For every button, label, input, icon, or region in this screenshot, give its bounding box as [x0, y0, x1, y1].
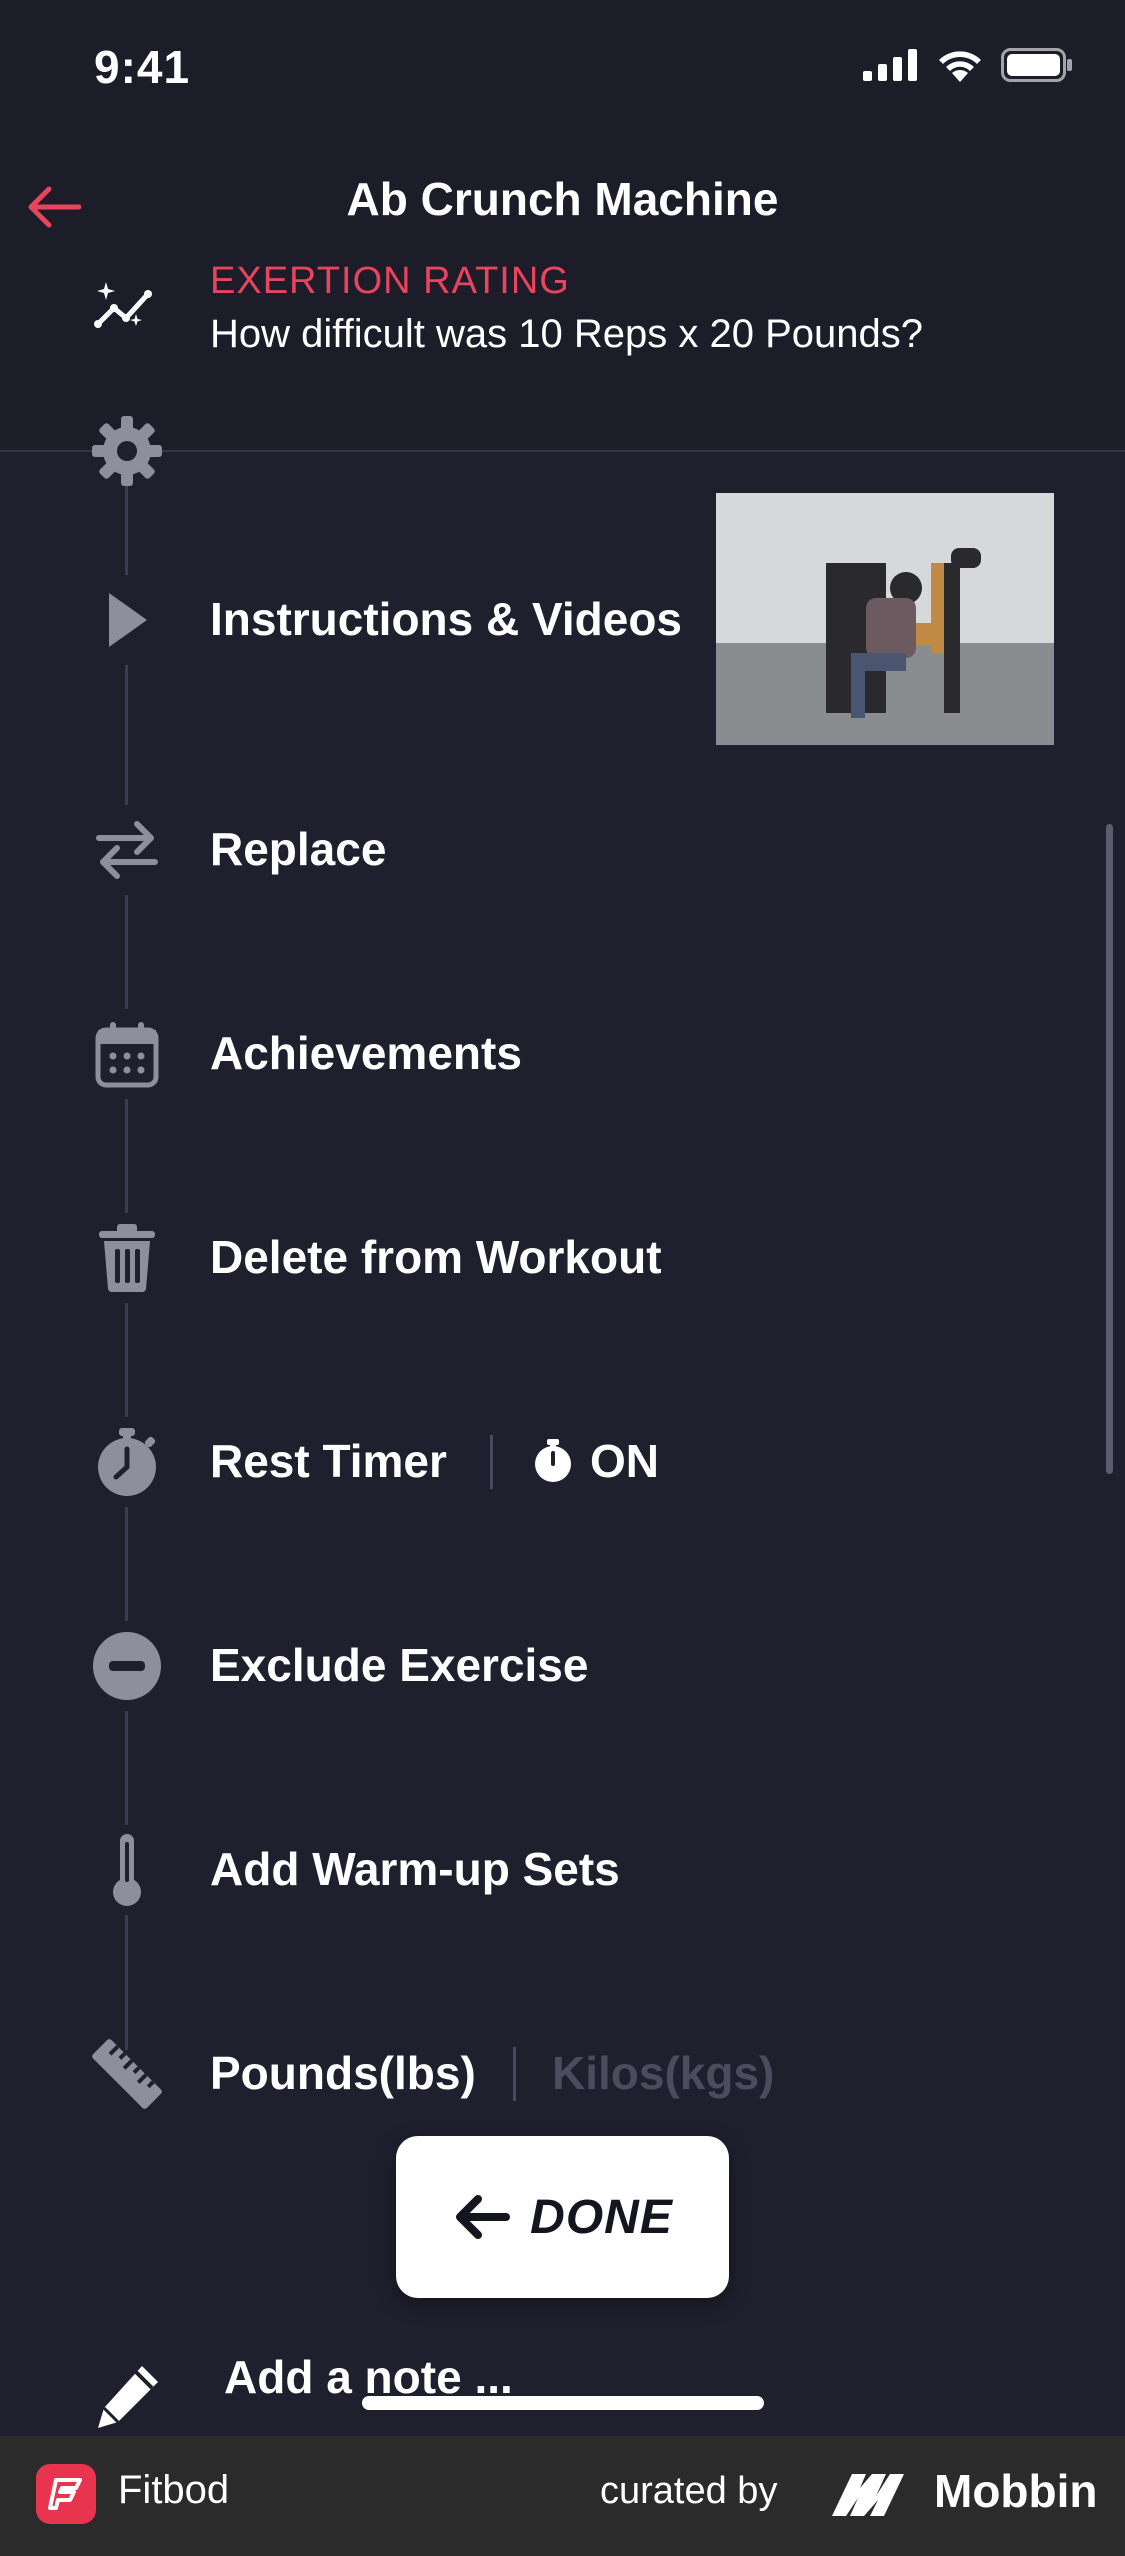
play-icon: [109, 593, 147, 647]
footer-curated-by: curated by: [600, 2470, 778, 2512]
home-indicator: [362, 2396, 764, 2410]
scrollbar[interactable]: [1106, 824, 1113, 1474]
replace-row[interactable]: Replace: [0, 790, 1125, 910]
stopwatch-icon: [98, 1428, 156, 1496]
footer-bar: Fitbod curated by Mobbin: [0, 2436, 1125, 2556]
fitbod-logo: [36, 2464, 96, 2524]
units-kilos-option[interactable]: Kilos(kgs): [552, 2046, 774, 2100]
status-time: 9:41: [94, 41, 191, 93]
exclude-exercise-row[interactable]: Exclude Exercise: [0, 1606, 1125, 1726]
play-node: [82, 575, 172, 665]
add-warmup-sets-label: Add Warm-up Sets: [210, 1843, 620, 1895]
wifi-icon: [939, 51, 981, 82]
swap-arrows-icon: [96, 821, 158, 879]
cellular-signal-icon: [863, 49, 917, 81]
minus-circle-icon: [93, 1632, 161, 1700]
calendar-icon: [95, 1022, 159, 1088]
rest-timer-divider: [490, 1435, 493, 1489]
status-icons: [863, 48, 1073, 82]
rest-timer-state[interactable]: ON: [590, 1434, 659, 1488]
page-title: Ab Crunch Machine: [346, 173, 779, 225]
sparkle-trend-icon: [94, 282, 152, 328]
battery-icon: [1001, 48, 1072, 82]
warmup-node: [82, 1825, 172, 1915]
arrow-left-icon: [456, 2195, 511, 2239]
units-node: [82, 2029, 172, 2119]
footer-app-name: Fitbod: [118, 2468, 230, 2512]
exclude-exercise-label: Exclude Exercise: [210, 1639, 589, 1691]
delete-from-workout-label: Delete from Workout: [210, 1231, 662, 1283]
exertion-question: How difficult was 10 Reps x 20 Pounds?: [210, 312, 923, 356]
exertion-rating-label: EXERTION RATING: [210, 260, 570, 302]
rest-timer-row[interactable]: Rest Timer ON: [0, 1402, 1125, 1522]
pencil-icon: [98, 2366, 158, 2428]
units-row: Pounds(lbs) Kilos(kgs): [0, 2014, 1125, 2134]
add-note-row[interactable]: Add a note ...: [0, 2340, 1125, 2450]
footer-brand: Mobbin: [934, 2465, 1098, 2517]
instructions-videos-label: Instructions & Videos: [210, 593, 683, 645]
exertion-rating-row[interactable]: EXERTION RATING How difficult was 10 Rep…: [0, 260, 1125, 380]
units-pounds-option[interactable]: Pounds(lbs): [210, 2046, 476, 2100]
exclude-node: [82, 1621, 172, 1711]
thermometer-icon: [113, 1834, 141, 1906]
done-button[interactable]: DONE: [396, 2136, 729, 2298]
achievements-label: Achievements: [210, 1027, 522, 1079]
units-divider: [513, 2047, 516, 2101]
delete-node: [82, 1213, 172, 1303]
add-warmup-sets-row[interactable]: Add Warm-up Sets: [0, 1810, 1125, 1930]
status-bar: 9:41: [0, 0, 1125, 140]
fitbod-logo-icon: [48, 2478, 82, 2510]
delete-from-workout-row[interactable]: Delete from Workout: [0, 1198, 1125, 1318]
exercise-video-thumbnail[interactable]: [716, 493, 1054, 745]
replace-node: [82, 805, 172, 895]
settings-node: [82, 406, 172, 496]
trash-icon: [99, 1224, 155, 1292]
achievements-node: [82, 1009, 172, 1099]
mobbin-logo-icon: [832, 2474, 904, 2516]
gear-icon: [92, 416, 162, 486]
rest-timer-label: Rest Timer: [210, 1435, 447, 1487]
rest-timer-node: [82, 1417, 172, 1507]
exercise-thumbnail-image: [716, 493, 1054, 745]
timer-icon: [535, 1439, 571, 1482]
done-label: DONE: [530, 2190, 673, 2244]
replace-label: Replace: [210, 823, 387, 875]
ruler-icon: [92, 2039, 162, 2109]
achievements-row[interactable]: Achievements: [0, 994, 1125, 1114]
